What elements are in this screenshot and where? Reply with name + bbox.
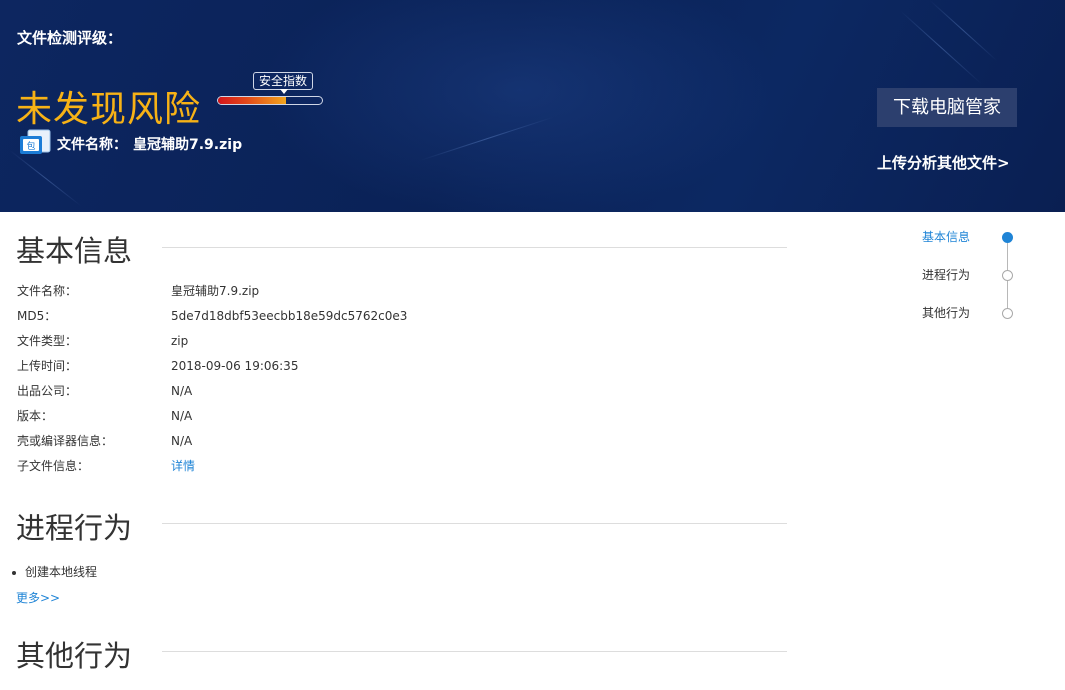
upload-other-file-link[interactable]: 上传分析其他文件> — [877, 152, 1010, 173]
file-name-row: 文件名称： 皇冠辅助7.9.zip — [57, 134, 248, 154]
package-file-icon: 包 — [19, 129, 51, 155]
side-nav-item-process-behavior[interactable]: 进程行为 — [922, 267, 970, 283]
info-label: 文件类型： — [17, 334, 78, 348]
info-value: N/A — [171, 409, 193, 423]
side-nav-dot-icon[interactable] — [1002, 232, 1013, 243]
banner-glow — [260, 0, 780, 212]
info-value: 皇冠辅助7.9.zip — [171, 284, 260, 298]
info-value: 2018-09-06 19:06:35 — [171, 359, 299, 373]
banner-streak — [9, 150, 82, 207]
banner-streak — [899, 10, 983, 85]
safety-index-bar — [217, 96, 323, 105]
verdict-text: 未发现风险 — [16, 89, 202, 130]
bullet-icon — [12, 570, 16, 575]
side-nav-dot-icon[interactable] — [1002, 270, 1013, 281]
info-label: 版本： — [17, 409, 54, 423]
info-label: 上传时间： — [17, 359, 78, 373]
section-title-basic-info: 基本信息 — [16, 234, 133, 268]
more-process-behavior-link[interactable]: 更多>> — [16, 590, 60, 606]
info-label: 出品公司： — [17, 384, 78, 398]
info-value: N/A — [171, 434, 193, 448]
info-label: 文件名称： — [17, 284, 78, 298]
section-divider — [162, 247, 787, 248]
side-nav-dot-icon[interactable] — [1002, 308, 1013, 319]
safety-index-label: 安全指数 — [259, 74, 308, 88]
rating-label: 文件检测评级： — [17, 29, 123, 47]
file-name-value: 皇冠辅助7.9.zip — [133, 137, 243, 153]
info-value: 5de7d18dbf53eecbb18e59dc5762c0e3 — [171, 309, 408, 323]
section-divider — [162, 523, 787, 524]
banner-streak — [929, 0, 998, 62]
section-title-other-behavior: 其他行为 — [16, 639, 133, 673]
side-nav-item-basic-info[interactable]: 基本信息 — [922, 229, 970, 245]
info-value: zip — [171, 334, 189, 348]
process-behavior-item: 创建本地线程 — [25, 565, 98, 579]
safety-index-tooltip: 安全指数 — [253, 72, 314, 94]
file-name-label: 文件名称： — [57, 137, 127, 153]
info-label: 壳或编译器信息： — [17, 434, 114, 448]
info-label: MD5： — [17, 309, 57, 323]
section-divider — [162, 651, 787, 652]
list-item: 创建本地线程 — [12, 564, 97, 580]
file-icon-glyph: 包 — [26, 140, 35, 152]
download-pc-manager-button[interactable]: 下载电脑管家 — [877, 88, 1017, 127]
result-banner: 文件检测评级： 未发现风险 安全指数 包 文件名称： 皇冠辅助7.9.zip 下载… — [0, 0, 1065, 212]
section-side-nav: 基本信息 进程行为 其他行为 — [900, 222, 1040, 332]
safety-index-fill — [218, 97, 286, 104]
tooltip-arrow-icon — [280, 89, 288, 94]
sub-file-details-link[interactable]: 详情 — [171, 458, 195, 474]
side-nav-item-other-behavior[interactable]: 其他行为 — [922, 305, 970, 321]
info-value: N/A — [171, 384, 193, 398]
section-title-process-behavior: 进程行为 — [16, 511, 133, 545]
info-label: 子文件信息： — [17, 459, 90, 473]
